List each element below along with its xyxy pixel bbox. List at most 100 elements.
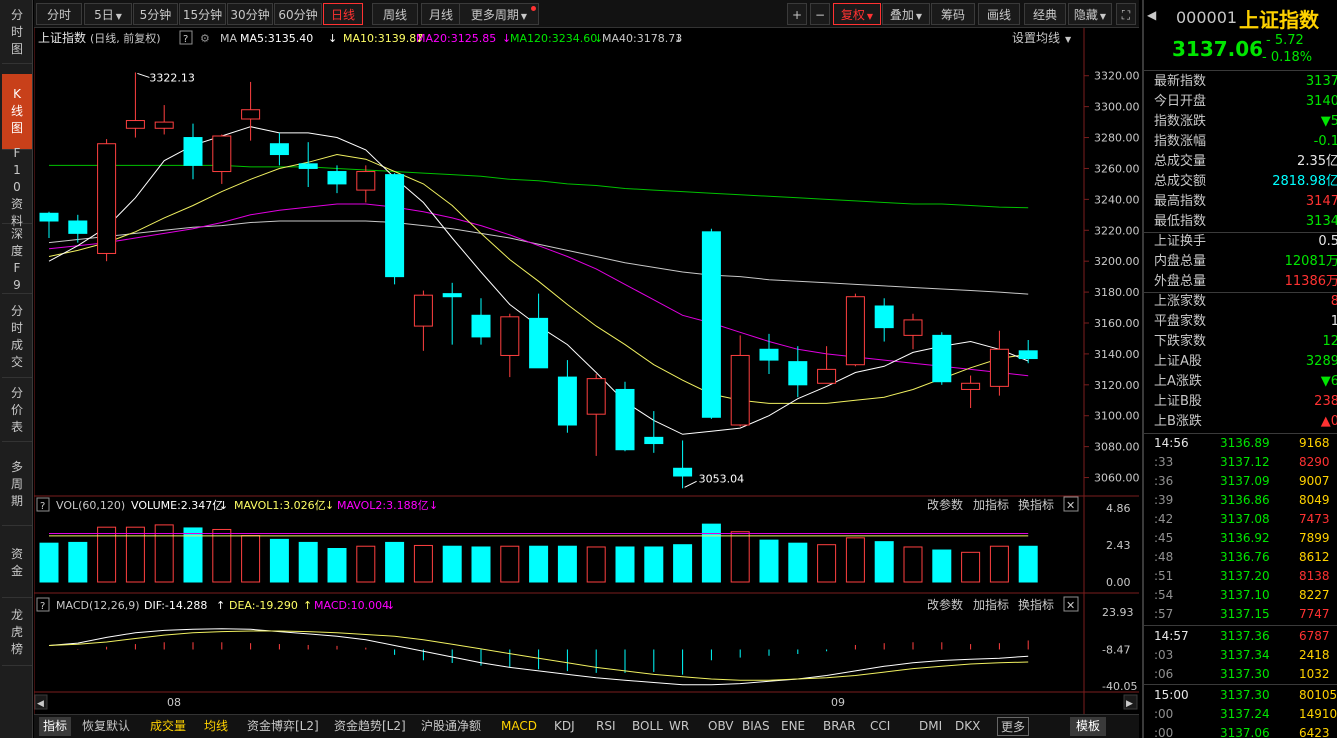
candle-body[interactable] xyxy=(241,109,261,120)
indicator-tab-4[interactable]: 资金博弈[L2] xyxy=(247,717,319,736)
vol-bar[interactable] xyxy=(212,528,232,583)
vol-btn-1[interactable]: 加指标 xyxy=(973,497,1009,512)
vol-bar[interactable] xyxy=(989,545,1009,583)
candle-body[interactable] xyxy=(788,361,808,386)
tab-period-3[interactable]: 15分钟 xyxy=(179,3,226,25)
vol-bar[interactable] xyxy=(788,542,808,583)
tab-period-9[interactable]: 更多周期 ▼ xyxy=(459,3,539,25)
vol-bar[interactable] xyxy=(529,545,549,583)
sidebar-item-2[interactable]: F10资料 xyxy=(2,146,32,228)
vol-bar[interactable] xyxy=(644,546,664,583)
candle-body[interactable] xyxy=(500,316,520,356)
candle-body[interactable] xyxy=(413,294,433,327)
vol-bar[interactable] xyxy=(298,541,318,583)
indicator-tab-13[interactable]: BIAS xyxy=(742,717,770,736)
indicator-tab-6[interactable]: 沪股通净额 xyxy=(421,717,481,736)
sidebar-item-6[interactable]: 多周期 xyxy=(2,444,32,526)
candle-body[interactable] xyxy=(845,296,865,366)
candle-body[interactable] xyxy=(932,334,952,383)
indicator-tab-1[interactable]: 恢复默认 xyxy=(82,717,130,736)
candle-body[interactable] xyxy=(1018,350,1038,360)
toolbar-btn-5[interactable]: 画线 xyxy=(978,3,1020,25)
vol-bar[interactable] xyxy=(903,546,923,583)
tab-period-8[interactable]: 月线 xyxy=(421,3,461,25)
toolbar-btn-1[interactable]: − xyxy=(810,3,830,25)
vol-bar[interactable] xyxy=(557,545,577,583)
sidebar-item-1[interactable]: K线图 xyxy=(2,74,32,150)
vol-bar[interactable] xyxy=(759,539,779,583)
sidebar-item-8[interactable]: 龙虎榜 xyxy=(2,600,32,666)
tab-period-7[interactable]: 周线 xyxy=(372,3,418,25)
candle-body[interactable] xyxy=(644,436,664,445)
vol-bar[interactable] xyxy=(385,541,405,583)
candle-body[interactable] xyxy=(68,220,88,234)
indicator-tab-3[interactable]: 均线 xyxy=(204,717,228,736)
indicator-tab-0[interactable]: 指标 xyxy=(39,717,72,736)
indicator-tab-17[interactable]: DMI xyxy=(919,717,942,736)
vol-bar[interactable] xyxy=(874,541,894,583)
candle-body[interactable] xyxy=(269,143,289,156)
candle-body[interactable] xyxy=(615,388,635,451)
candle-body[interactable] xyxy=(442,293,462,298)
tab-period-0[interactable]: 分时 xyxy=(36,3,82,25)
candle-body[interactable] xyxy=(327,171,347,185)
vol-bar[interactable] xyxy=(97,526,117,583)
vol-btn-0[interactable]: 改参数 xyxy=(927,497,963,512)
toolbar-btn-7[interactable]: 隐藏 ▼ xyxy=(1068,3,1112,25)
macd-btn-2[interactable]: 换指标 xyxy=(1018,597,1054,612)
rp-collapse-icon[interactable]: ◀ xyxy=(1147,8,1156,22)
indicator-tab-18[interactable]: DKX xyxy=(955,717,980,736)
candle-body[interactable] xyxy=(529,317,549,369)
toolbar-btn-2[interactable]: 复权 ▼ xyxy=(833,3,881,25)
candle-body[interactable] xyxy=(817,368,837,384)
candle-body[interactable] xyxy=(586,378,606,415)
vol-bar[interactable] xyxy=(500,545,520,583)
vol-bar[interactable] xyxy=(673,544,693,583)
vol-bar[interactable] xyxy=(961,551,981,583)
vol-bar[interactable] xyxy=(269,538,289,583)
candle-body[interactable] xyxy=(471,314,491,338)
indicator-tab-15[interactable]: BRAR xyxy=(823,717,856,736)
indicator-tab-2[interactable]: 成交量 xyxy=(150,717,186,736)
vol-bar[interactable] xyxy=(327,548,347,583)
tab-period-1[interactable]: 5日 ▼ xyxy=(84,3,132,25)
indicator-tab-9[interactable]: RSI xyxy=(596,717,616,736)
toolbar-btn-3[interactable]: 叠加 ▼ xyxy=(882,3,930,25)
indicator-tab-16[interactable]: CCI xyxy=(870,717,890,736)
toolbar-btn-4[interactable]: 筹码 xyxy=(931,3,975,25)
candle-body[interactable] xyxy=(989,348,1009,387)
candle-body[interactable] xyxy=(97,143,117,254)
candle-body[interactable] xyxy=(356,171,376,191)
indicator-tab-7[interactable]: MACD xyxy=(501,717,537,736)
sidebar-item-0[interactable]: 分时图 xyxy=(2,2,32,64)
candle-body[interactable] xyxy=(183,137,203,166)
macd-btn-0[interactable]: 改参数 xyxy=(927,597,963,612)
candle-body[interactable] xyxy=(298,163,318,169)
vol-bar[interactable] xyxy=(471,546,491,583)
vol-bar[interactable] xyxy=(845,537,865,583)
tab-period-4[interactable]: 30分钟 xyxy=(227,3,273,25)
candle-body[interactable] xyxy=(557,376,577,426)
indicator-tab-10[interactable]: BOLL xyxy=(632,717,663,736)
candle-body[interactable] xyxy=(39,212,59,222)
candle-body[interactable] xyxy=(125,120,145,129)
indicator-tab-12[interactable]: OBV xyxy=(708,717,734,736)
vol-btn-2[interactable]: 换指标 xyxy=(1018,497,1054,512)
vol-bar[interactable] xyxy=(68,541,88,583)
toolbar-btn-6[interactable]: 经典 xyxy=(1024,3,1066,25)
vol-bar[interactable] xyxy=(442,545,462,583)
indicator-tab-5[interactable]: 资金趋势[L2] xyxy=(334,717,406,736)
gear-icon[interactable]: ⚙ xyxy=(200,32,210,45)
indicator-tab-14[interactable]: ENE xyxy=(781,717,805,736)
vol-bar[interactable] xyxy=(730,531,750,583)
sidebar-item-3[interactable]: 深度F9 xyxy=(2,226,32,294)
vol-bar[interactable] xyxy=(586,546,606,583)
vol-bar[interactable] xyxy=(413,544,433,583)
vol-bar[interactable] xyxy=(701,523,721,583)
tab-period-2[interactable]: 5分钟 xyxy=(133,3,178,25)
ma-settings-link[interactable]: 设置均线 xyxy=(1012,31,1060,45)
indicator-tab-11[interactable]: WR xyxy=(669,717,689,736)
vol-bar[interactable] xyxy=(356,545,376,583)
chart-area[interactable]: 3320.00 3300.00 3280.00 3260.00 3240.00 3220.… xyxy=(34,28,1139,718)
candle-body[interactable] xyxy=(759,348,779,361)
